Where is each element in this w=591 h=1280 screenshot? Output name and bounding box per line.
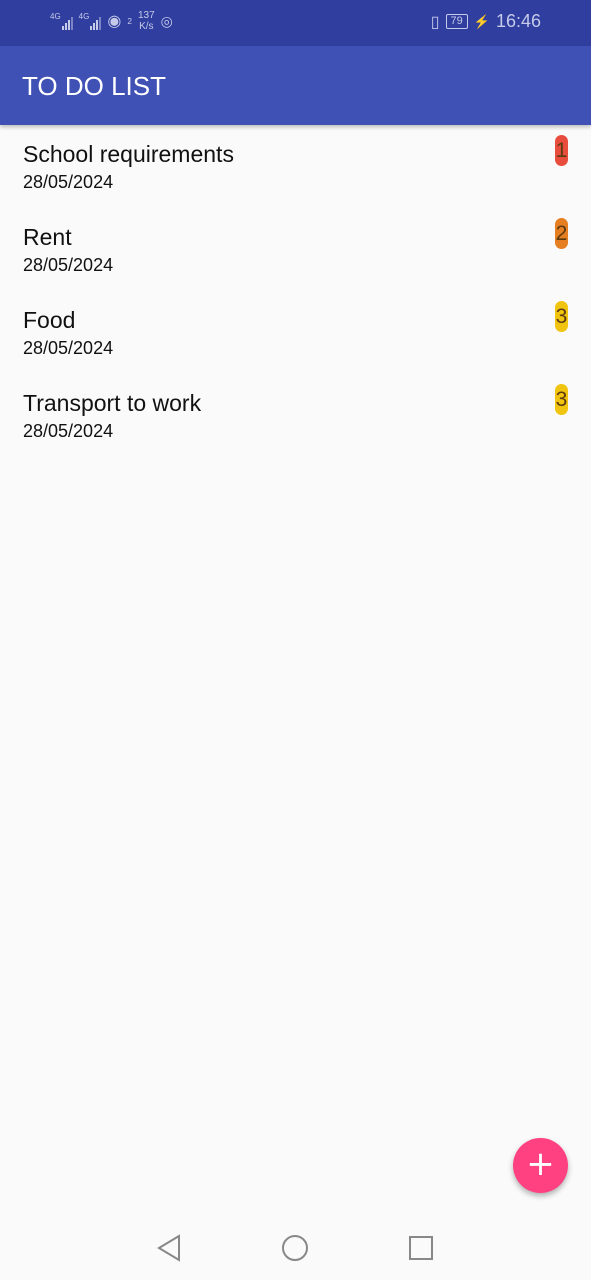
item-title: School requirements [23, 141, 234, 167]
todo-list: School requirements 28/05/2024 1 Rent 28… [0, 125, 591, 457]
clock: 16:46 [495, 11, 541, 31]
signal-icon: 4G [50, 12, 73, 30]
recents-icon[interactable] [407, 1234, 435, 1262]
page-title: TO DO LIST [22, 71, 166, 101]
item-title: Transport to work [23, 390, 202, 416]
list-item[interactable]: School requirements 28/05/2024 1 [0, 125, 591, 208]
network-speed: 137 K/s [137, 10, 155, 32]
wireless-icon: ◎ [160, 12, 173, 29]
signal-icon: 4G [79, 12, 102, 30]
home-icon[interactable] [281, 1234, 309, 1262]
item-title: Rent [23, 224, 72, 250]
priority-badge: 2 [555, 218, 568, 249]
priority-badge: 3 [555, 384, 568, 415]
navigation-bar [0, 1216, 591, 1280]
hotspot-icon: ◉ [107, 13, 122, 30]
item-date: 28/05/2024 [23, 338, 114, 358]
list-item[interactable]: Transport to work 28/05/2024 3 [0, 374, 591, 457]
priority-badge: 3 [555, 301, 568, 332]
item-date: 28/05/2024 [23, 421, 114, 441]
item-title: Food [23, 307, 76, 333]
plus-icon: + [526, 1144, 555, 1184]
vibrate-icon: ▯ [430, 13, 440, 31]
app-bar: TO DO LIST [0, 46, 591, 125]
battery-icon: 79 [445, 14, 468, 29]
add-task-button[interactable]: + [513, 1138, 568, 1193]
item-date: 28/05/2024 [23, 172, 114, 192]
priority-badge: 1 [555, 135, 568, 166]
item-date: 28/05/2024 [23, 255, 114, 275]
list-item[interactable]: Food 28/05/2024 3 [0, 291, 591, 374]
status-bar: 4G 4G ◉ 2 137 K/s ◎ ▯ 79 ⚡ 16:46 [0, 0, 591, 46]
back-icon[interactable] [155, 1234, 183, 1262]
charging-icon: ⚡ [473, 13, 490, 29]
list-item[interactable]: Rent 28/05/2024 2 [0, 208, 591, 291]
